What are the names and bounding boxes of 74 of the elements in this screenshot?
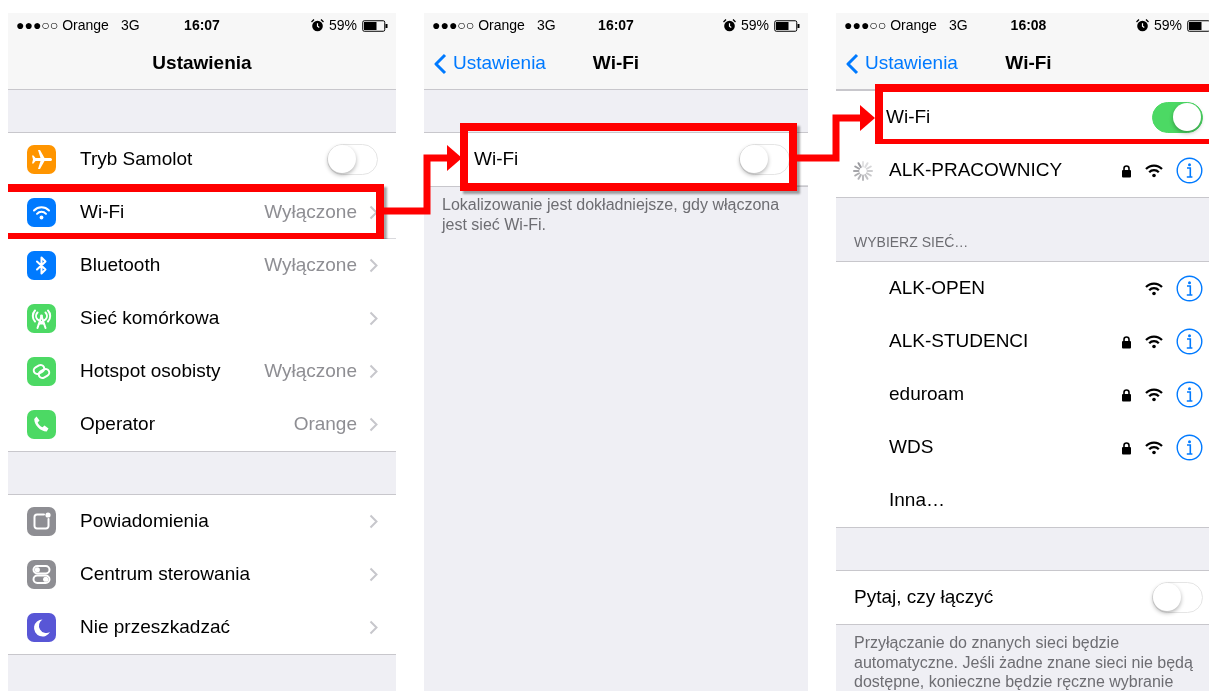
info-icon xyxy=(1176,157,1203,184)
clock-time: 16:07 xyxy=(184,16,220,35)
battery-icon xyxy=(774,19,800,32)
back-chevron-icon xyxy=(434,52,447,75)
alarm-clock-icon xyxy=(310,19,324,32)
clock-time: 16:07 xyxy=(598,16,634,35)
info-button[interactable] xyxy=(1176,381,1203,408)
row-value: Wyłączone xyxy=(264,253,357,278)
chevron-icon xyxy=(369,204,378,220)
chevron-icon xyxy=(369,311,378,326)
row-label: Hotspot osobisty xyxy=(80,359,222,384)
row-label: Tryb Samolot xyxy=(80,147,194,172)
info-icon xyxy=(1176,275,1203,302)
chevron-icon xyxy=(369,364,378,379)
info-button[interactable] xyxy=(1176,157,1203,184)
row-label: Wi-Fi xyxy=(80,199,126,224)
wifi-signal-icon xyxy=(1144,440,1164,455)
network-type: 3G xyxy=(120,16,140,35)
toggle-switch[interactable] xyxy=(1152,101,1203,133)
battery-icon xyxy=(1187,19,1209,32)
row-label: WDS xyxy=(889,435,935,460)
row-value: Orange xyxy=(293,412,357,437)
row-label: ALK-OPEN xyxy=(889,276,987,301)
row-label: Bluetooth xyxy=(80,253,162,278)
screen-title: Ustawienia xyxy=(152,51,252,76)
wifi-signal-icon xyxy=(1144,387,1164,402)
network-type: 3G xyxy=(948,16,968,35)
screen-title: Wi-Fi xyxy=(1005,51,1052,76)
battery-percent: 59% xyxy=(740,16,769,35)
row-label: Wi-Fi xyxy=(474,146,520,171)
row-value: Wyłączone xyxy=(264,359,357,384)
info-button[interactable] xyxy=(1176,328,1203,355)
info-button[interactable] xyxy=(1176,275,1203,302)
battery-percent: 59% xyxy=(1153,16,1182,35)
battery-icon xyxy=(362,19,388,32)
section-footnote: Przyłączanie do znanych sieci będzie automatyczne. Jeśli żadne znane sieci nie będą dostępne, konieczne będzie ręczne wybranie xyxy=(853,633,1194,691)
back-button[interactable]: Ustawienia xyxy=(434,38,546,89)
carrier-name: ●●●○○ Orange xyxy=(844,16,937,35)
info-button[interactable] xyxy=(1176,434,1203,461)
chevron-icon xyxy=(369,258,378,273)
row-label: ALK-STUDENCI xyxy=(889,329,1030,354)
wifi-signal-icon xyxy=(1144,163,1164,178)
row-label: Sieć komórkowa xyxy=(80,306,221,331)
wifi-signal-icon xyxy=(1144,281,1164,296)
chevron-icon xyxy=(369,417,378,432)
row-label: Operator xyxy=(80,412,156,437)
info-icon xyxy=(1176,381,1203,408)
chevron-icon xyxy=(369,567,378,582)
chevron-icon xyxy=(369,620,378,635)
section-footnote: Lokalizowanie jest dokładniejsze, gdy włączona jest sieć Wi-Fi. xyxy=(440,195,781,235)
chevron-icon xyxy=(369,514,378,529)
row-label: ALK-PRACOWNICY xyxy=(889,158,1064,183)
section-header: WYBIERZ SIEĆ… xyxy=(853,233,970,252)
row-label: Nie przeszkadzać xyxy=(80,615,231,640)
back-chevron-icon xyxy=(846,52,859,75)
carrier-name: ●●●○○ Orange xyxy=(16,16,109,35)
carrier-name: ●●●○○ Orange xyxy=(432,16,525,35)
battery-percent: 59% xyxy=(328,16,357,35)
row-label: Inna… xyxy=(889,488,946,513)
row-label: Pytaj, czy łączyć xyxy=(854,585,995,610)
info-icon xyxy=(1176,328,1203,355)
row-label: Powiadomienia xyxy=(80,509,210,534)
network-type: 3G xyxy=(536,16,556,35)
alarm-clock-icon xyxy=(722,19,736,32)
row-label: Centrum sterowania xyxy=(80,562,252,587)
row-value: Wyłączone xyxy=(264,199,357,224)
screen-title: Wi-Fi xyxy=(592,51,640,76)
info-icon xyxy=(1176,434,1203,461)
wifi-signal-icon xyxy=(1144,334,1164,349)
clock-time: 16:08 xyxy=(1010,16,1047,35)
back-button[interactable]: Ustawienia xyxy=(846,38,958,89)
alarm-clock-icon xyxy=(1135,19,1149,32)
row-label: eduroam xyxy=(889,382,965,407)
row-label: Wi-Fi xyxy=(886,104,932,129)
